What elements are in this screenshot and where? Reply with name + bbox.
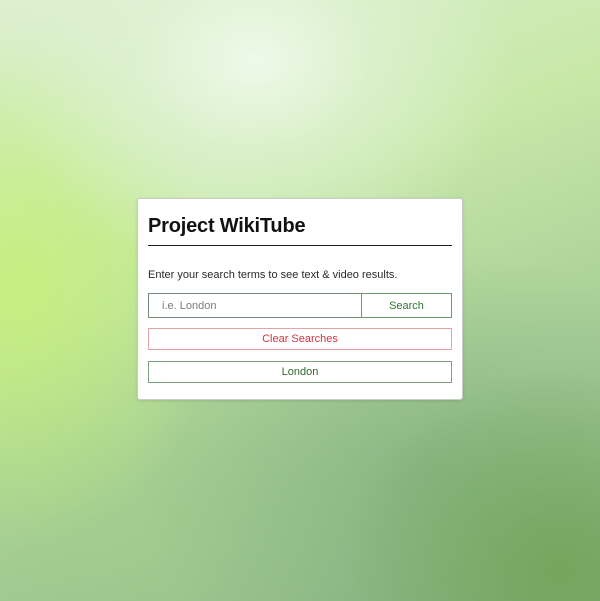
app-title: Project WikiTube [148,215,452,246]
search-input[interactable] [148,293,361,318]
clear-searches-button[interactable]: Clear Searches [148,328,452,350]
intro-text: Enter your search terms to see text & vi… [148,269,398,281]
search-history-item-london[interactable]: London [148,361,452,383]
search-form: Search [148,293,452,318]
search-card: Project WikiTube Enter your search terms… [137,198,463,400]
search-history-list: London [148,361,452,383]
search-button[interactable]: Search [361,293,452,318]
